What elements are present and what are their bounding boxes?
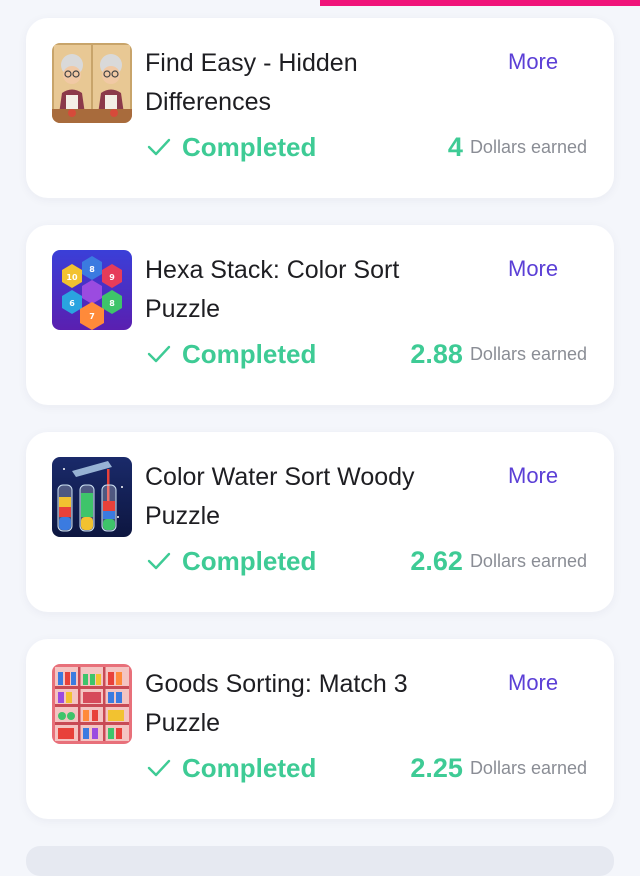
progress-accent-bar (320, 0, 640, 6)
offer-card[interactable]: Color Water Sort Woody Puzzle More Compl… (26, 432, 614, 612)
find-easy-game-icon (52, 43, 132, 123)
svg-text:6: 6 (69, 299, 75, 308)
offer-card[interactable]: 8 10 9 6 8 7 Hexa Stack: Color Sort Puzz… (26, 225, 614, 405)
status-label: Completed (182, 131, 317, 162)
earned-amount: 2.62 (410, 545, 463, 576)
offer-title: Hexa Stack: Color Sort Puzzle (145, 256, 400, 323)
water-sort-game-icon (52, 457, 132, 537)
offer-list: Find Easy - Hidden Differences More Comp… (26, 18, 614, 846)
svg-text:8: 8 (109, 299, 115, 308)
more-link[interactable]: More (508, 49, 558, 75)
offer-card[interactable]: Goods Sorting: Match 3 Puzzle More Compl… (26, 639, 614, 819)
check-icon (147, 759, 171, 777)
completed-status: Completed (146, 748, 316, 788)
status-label: Completed (182, 752, 317, 783)
more-link[interactable]: More (508, 256, 558, 282)
hexa-stack-game-icon: 8 10 9 6 8 7 (52, 250, 132, 330)
check-icon (147, 345, 171, 363)
earnings: 2.25 Dollars earned (410, 748, 587, 788)
earned-label: Dollars earned (469, 343, 587, 364)
svg-text:7: 7 (89, 312, 95, 321)
offer-card[interactable]: Find Easy - Hidden Differences More Comp… (26, 18, 614, 198)
completed-status: Completed (146, 541, 316, 581)
earnings: 2.88 Dollars earned (410, 334, 587, 374)
more-link[interactable]: More (508, 670, 558, 696)
completed-status: Completed (146, 334, 316, 374)
earned-label: Dollars earned (469, 136, 587, 157)
check-icon (147, 552, 171, 570)
earnings: 2.62 Dollars earned (410, 541, 587, 581)
check-icon (147, 138, 171, 156)
status-label: Completed (182, 338, 317, 369)
svg-text:9: 9 (109, 273, 115, 282)
svg-text:10: 10 (66, 273, 78, 282)
completed-status: Completed (146, 127, 316, 167)
earned-amount: 2.25 (410, 752, 463, 783)
offer-title: Color Water Sort Woody Puzzle (145, 463, 415, 530)
more-link[interactable]: More (508, 463, 558, 489)
svg-text:8: 8 (89, 265, 95, 274)
earned-label: Dollars earned (469, 550, 587, 571)
status-label: Completed (182, 545, 317, 576)
earned-amount: 4 (447, 131, 463, 162)
earned-label: Dollars earned (469, 757, 587, 778)
earnings: 4 Dollars earned (448, 127, 587, 167)
earned-amount: 2.88 (410, 338, 463, 369)
offer-title: Find Easy - Hidden Differences (145, 49, 358, 116)
offer-title: Goods Sorting: Match 3 Puzzle (145, 670, 408, 737)
next-offer-card-partial[interactable] (26, 846, 614, 876)
goods-sorting-game-icon (52, 664, 132, 744)
